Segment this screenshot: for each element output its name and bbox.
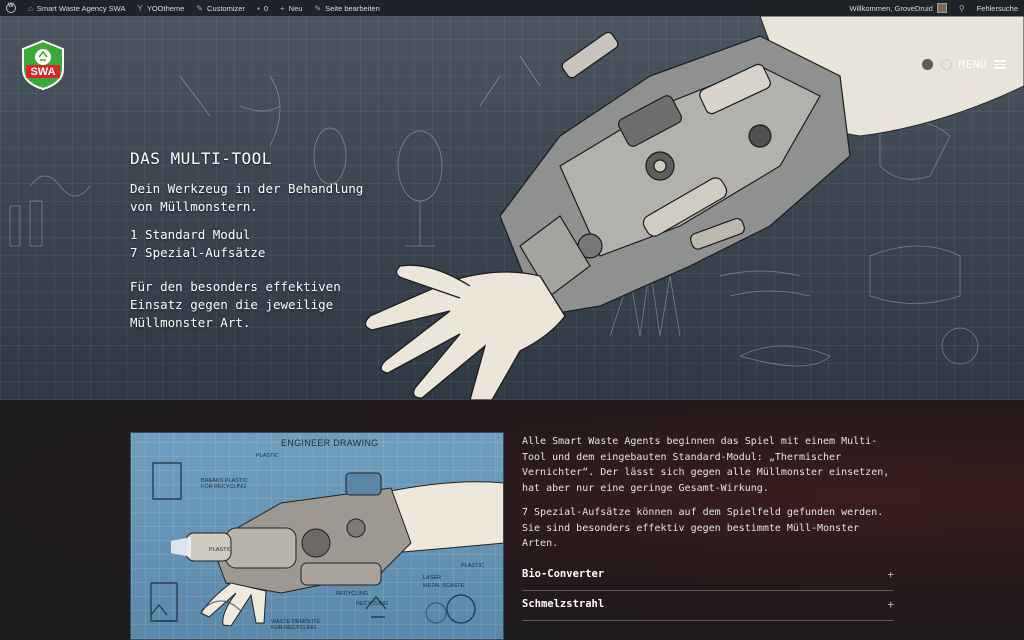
accordion-label: Bio-Converter	[522, 568, 605, 581]
drawing-label: RECYCLING	[356, 601, 389, 607]
hero-modules: 1 Standard Modul 7 Spezial-Aufsätze	[130, 226, 390, 262]
accordion-label: Schmelzstrahl	[522, 598, 605, 611]
special-modules-paragraph: 7 Spezial-Aufsätze können auf dem Spielf…	[522, 507, 884, 549]
drawing-label: WASTE DEMOLITE FOR RECYCLING	[271, 619, 320, 631]
hero-title: DAS MULTI-TOOL	[130, 149, 272, 168]
avatar	[936, 3, 947, 13]
nav-user-name[interactable]: GroveDruid	[848, 59, 913, 70]
drawing-arm-illustration	[150, 462, 503, 627]
hero-modules-line2: 7 Spezial-Aufsätze	[130, 245, 266, 260]
plus-icon: +	[280, 3, 285, 13]
drawing-label: PLASTIC	[256, 453, 279, 459]
admin-bar: ⌂Smart Waste Agency SWA YYOOtheme ✎Custo…	[0, 0, 1024, 16]
hero-description: Für den besonders effektiven Einsatz geg…	[130, 279, 341, 330]
hero-subtitle: Dein Werkzeug in der Behandlung von Müll…	[130, 181, 364, 214]
drawing-label: PLASTIC	[209, 547, 232, 553]
plus-icon: +	[887, 598, 894, 612]
user-avatar[interactable]	[920, 58, 934, 71]
home-icon: ⌂	[28, 3, 33, 13]
accordion-item-bio-converter[interactable]: Bio-Converter +	[522, 561, 894, 591]
error-search-link[interactable]: Fehlersuche	[971, 0, 1024, 16]
search-toggle[interactable]: ⚲	[953, 0, 971, 16]
drawing-label: PLASTIC	[461, 563, 484, 569]
new-content-link[interactable]: + Neu	[274, 0, 308, 16]
plus-icon: +	[887, 568, 894, 582]
logo-text: SWA	[30, 66, 55, 78]
hero-navigation: GroveDruid MENÜ	[848, 58, 1006, 71]
hero-modules-line1: 1 Standard Modul	[130, 227, 251, 242]
menu-label[interactable]: MENÜ	[959, 58, 988, 71]
wordpress-menu[interactable]	[0, 0, 22, 16]
content-section: ENGINEER DRAWING PLASTIC BREAKS PLASTIC …	[0, 400, 1024, 640]
edit-page-link[interactable]: ✎ Seite bearbeiten	[308, 0, 385, 16]
yootheme-link[interactable]: Y YOOtheme	[131, 0, 190, 16]
drawing-label: RECYCLING	[336, 591, 369, 597]
power-icon[interactable]	[940, 59, 952, 70]
account-menu[interactable]: Willkommen, GroveDruid	[844, 0, 953, 16]
drawing-label: BREAKS PLASTIC FOR RECYCLING	[201, 478, 248, 490]
customizer-link[interactable]: ✎ Customizer	[190, 0, 251, 16]
drawing-label: LASER	[423, 575, 442, 581]
wordpress-icon	[6, 3, 16, 13]
hero-section: SWA GroveDruid MENÜ DAS MULTI-TOOL Dein …	[0, 16, 1024, 400]
hero-text: DAS MULTI-TOOL Dein Werkzeug in der Beha…	[130, 149, 390, 342]
comment-icon: ▪	[256, 3, 260, 13]
brush-icon: ✎	[196, 3, 204, 13]
multi-tool-description: Alle Smart Waste Agents beginnen das Spi…	[522, 434, 894, 621]
comments-link[interactable]: ▪ 0	[251, 0, 274, 16]
accordion-item-schmelzstrahl[interactable]: Schmelzstrahl +	[522, 591, 894, 621]
swa-logo[interactable]: SWA	[20, 39, 66, 91]
pencil-icon: ✎	[314, 3, 322, 13]
yootheme-icon: Y	[137, 3, 143, 13]
drawing-label: METAL SCASTE	[423, 583, 465, 589]
intro-paragraph: Alle Smart Waste Agents beginnen das Spi…	[522, 436, 890, 494]
engineer-drawing-image: ENGINEER DRAWING PLASTIC BREAKS PLASTIC …	[130, 432, 504, 640]
search-icon: ⚲	[958, 3, 965, 13]
site-name-link[interactable]: ⌂ Smart Waste Agency SWA	[22, 0, 131, 16]
hamburger-icon[interactable]	[994, 60, 1006, 69]
